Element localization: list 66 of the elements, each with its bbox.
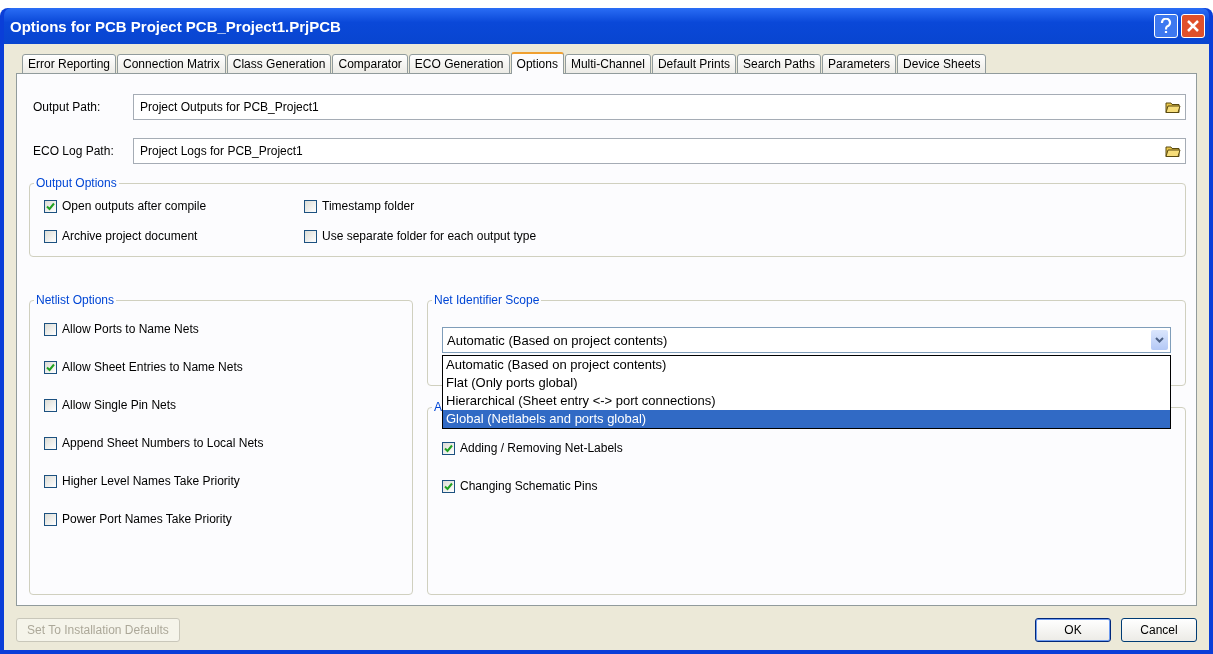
group-title: Netlist Options: [35, 293, 116, 307]
checkbox-row[interactable]: Power Port Names Take Priority: [44, 509, 398, 529]
checkbox[interactable]: [442, 479, 455, 493]
checkbox-row[interactable]: Higher Level Names Take Priority: [44, 471, 398, 491]
checkbox-label: Adding / Removing Net-Labels: [460, 441, 623, 455]
checkbox-label: Archive project document: [62, 229, 198, 243]
checkbox[interactable]: [44, 436, 57, 450]
tab[interactable]: Error Reporting: [22, 54, 117, 74]
tab[interactable]: Class Generation: [226, 54, 332, 74]
checkbox-label: Power Port Names Take Priority: [62, 512, 232, 526]
checkbox-row[interactable]: Allow Ports to Name Nets: [44, 319, 398, 339]
tab[interactable]: Connection Matrix: [117, 54, 226, 74]
checkbox-row[interactable]: Adding / Removing Net-Labels: [442, 438, 1171, 458]
checkbox[interactable]: [44, 474, 57, 488]
field-label: Output Path:: [32, 100, 102, 114]
tab[interactable]: Comparator: [332, 54, 408, 74]
path-field[interactable]: Project Logs for PCB_Project1: [133, 138, 1186, 164]
close-button[interactable]: [1181, 14, 1205, 38]
tab[interactable]: Options: [510, 52, 564, 74]
checkbox[interactable]: [44, 398, 57, 412]
tab[interactable]: Device Sheets: [897, 54, 987, 74]
group-title: A: [433, 400, 443, 414]
close-icon: [1187, 20, 1199, 32]
checkbox[interactable]: [44, 322, 57, 336]
tab[interactable]: Multi-Channel: [564, 54, 651, 74]
checkbox[interactable]: [304, 199, 317, 213]
checkbox-row[interactable]: Changing Schematic Pins: [442, 476, 1171, 496]
path-field[interactable]: Project Outputs for PCB_Project1: [133, 94, 1186, 120]
dialog-button[interactable]: OK: [1035, 618, 1111, 642]
checkbox-row[interactable]: Use separate folder for each output type: [304, 226, 1171, 246]
dropdown-option[interactable]: Global (Netlabels and ports global): [443, 410, 1170, 428]
tab[interactable]: Parameters: [822, 54, 897, 74]
group-title: Output Options: [35, 176, 118, 190]
checkbox-label: Append Sheet Numbers to Local Nets: [62, 436, 264, 450]
folder-icon[interactable]: [1165, 144, 1181, 158]
window-title: Options for PCB Project PCB_Project1.PrjPCB: [10, 17, 341, 35]
checkbox-label: Higher Level Names Take Priority: [62, 474, 240, 488]
tab[interactable]: Default Prints: [651, 54, 736, 74]
checkbox[interactable]: [442, 441, 455, 455]
checkbox-label: Timestamp folder: [322, 199, 415, 213]
checkbox-label: Allow Sheet Entries to Name Nets: [62, 360, 243, 374]
field-label: ECO Log Path:: [32, 144, 115, 158]
group-title: Net Identifier Scope: [433, 293, 541, 307]
checkbox-row[interactable]: Allow Single Pin Nets: [44, 395, 398, 415]
checkbox-row[interactable]: Allow Sheet Entries to Name Nets: [44, 357, 398, 377]
checkbox[interactable]: [44, 229, 57, 243]
checkbox[interactable]: [44, 360, 57, 374]
tab[interactable]: ECO Generation: [408, 54, 510, 74]
tab[interactable]: Search Paths: [737, 54, 822, 74]
checkbox[interactable]: [44, 199, 57, 213]
dialog-button[interactable]: Cancel: [1121, 618, 1197, 642]
dropdown-value: Automatic (Based on project contents): [447, 332, 668, 348]
checkbox[interactable]: [44, 512, 57, 526]
help-button[interactable]: [1154, 14, 1178, 38]
checkbox-label: Use separate folder for each output type: [322, 229, 537, 243]
checkbox-row[interactable]: Timestamp folder: [304, 196, 1171, 216]
checkbox-row[interactable]: Open outputs after compile: [44, 196, 304, 216]
checkbox-label: Allow Single Pin Nets: [62, 398, 177, 412]
checkbox[interactable]: [304, 229, 317, 243]
checkbox-row[interactable]: Append Sheet Numbers to Local Nets: [44, 433, 398, 453]
checkbox-row[interactable]: Archive project document: [44, 226, 304, 246]
question-mark-icon: [1160, 18, 1172, 34]
checkbox-label: Allow Ports to Name Nets: [62, 322, 199, 336]
checkbox-label: Changing Schematic Pins: [460, 479, 598, 493]
folder-icon[interactable]: [1165, 100, 1181, 114]
checkbox-label: Open outputs after compile: [62, 199, 207, 213]
